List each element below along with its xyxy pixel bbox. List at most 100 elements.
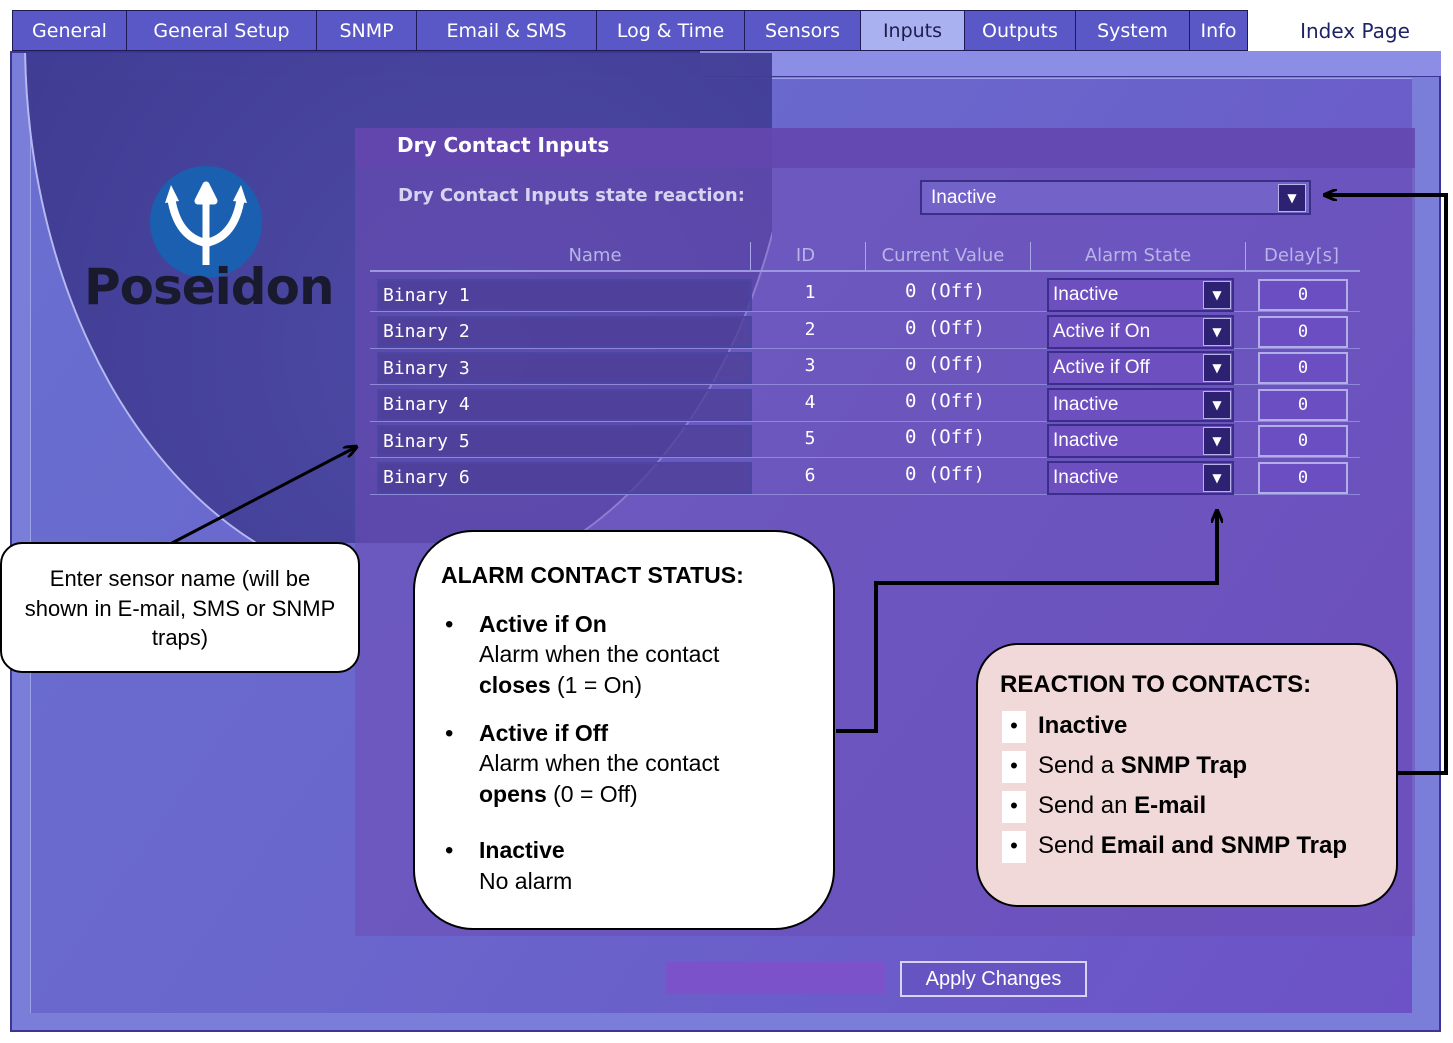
alarm-state-select[interactable]: Inactive ▼ — [1047, 460, 1234, 495]
tab-snmp[interactable]: SNMP — [317, 10, 417, 51]
tab-info[interactable]: Info — [1190, 10, 1248, 51]
alarm-state-select[interactable]: Active if Off ▼ — [1047, 351, 1234, 385]
reaction-item-bold: SNMP Trap — [1120, 752, 1247, 779]
sensor-name-input[interactable] — [377, 315, 752, 348]
alarm-state-value: Inactive — [1053, 466, 1119, 488]
sensor-id: 2 — [804, 318, 816, 340]
index-page-link[interactable]: Index Page — [1270, 10, 1440, 51]
alarm-status-item: Inactive No alarm — [441, 835, 833, 896]
sensor-name-input[interactable] — [377, 425, 752, 457]
item-title: Active if Off — [479, 720, 609, 747]
reaction-item: Send Email and SNMP Trap — [1000, 831, 1396, 871]
header-alarm-state: Alarm State — [1030, 242, 1245, 270]
item-title: Inactive — [479, 837, 565, 864]
sensor-id: 1 — [804, 282, 816, 303]
alarm-state-select[interactable]: Inactive ▼ — [1047, 278, 1234, 312]
table-row: 6 0 (Off) Inactive ▼ — [370, 459, 1360, 495]
current-value: 0 (Off) — [904, 462, 986, 485]
sensor-name-input[interactable] — [377, 279, 752, 311]
reaction-item-bold: E-mail — [1134, 792, 1207, 819]
item-title: Active if On — [479, 611, 607, 637]
brand-logo: Poseidon — [84, 258, 335, 316]
current-value: 0 (Off) — [904, 353, 986, 375]
reaction-label: Dry Contact Inputs state reaction: — [398, 185, 745, 206]
alarm-status-callout: ALARM CONTACT STATUS: Active if On Alarm … — [413, 530, 835, 930]
reaction-item-prefix: Send an — [1038, 792, 1135, 819]
alarm-status-item: Active if Off Alarm when the contact opens… — [441, 718, 833, 809]
item-desc-bold: opens — [479, 780, 547, 807]
item-desc: No alarm — [479, 867, 573, 894]
chevron-down-icon[interactable]: ▼ — [1203, 354, 1231, 382]
table-row: 1 0 (Off) Inactive ▼ — [370, 276, 1360, 312]
sensor-id: 6 — [804, 464, 816, 486]
reaction-item: Send an E-mail — [1000, 791, 1396, 831]
reaction-item-prefix: Send — [1038, 832, 1101, 859]
reaction-item: Inactive — [1000, 711, 1396, 751]
alarm-state-select[interactable]: Inactive ▼ — [1047, 424, 1234, 458]
apply-changes-button[interactable]: Apply Changes — [900, 961, 1087, 997]
alarm-state-value: Inactive — [1053, 284, 1119, 305]
tab-system[interactable]: System — [1076, 10, 1190, 51]
delay-input[interactable] — [1258, 425, 1348, 457]
item-desc-rest: (1 = On) — [550, 671, 643, 698]
reaction-item-prefix: Send a — [1038, 752, 1121, 779]
chevron-down-icon[interactable]: ▼ — [1203, 463, 1231, 492]
reaction-title: REACTION TO CONTACTS: — [1000, 671, 1312, 698]
main-nav: General General Setup SNMP Email & SMS Log &… — [12, 10, 1248, 51]
chevron-down-icon[interactable]: ▼ — [1203, 317, 1231, 346]
tab-outputs[interactable]: Outputs — [965, 10, 1076, 51]
item-desc: Alarm when the contact — [479, 750, 720, 777]
chevron-down-icon[interactable]: ▼ — [1278, 183, 1306, 212]
tab-email-sms[interactable]: Email & SMS — [417, 10, 597, 51]
chevron-down-icon[interactable]: ▼ — [1203, 281, 1231, 309]
reaction-item-bold: Inactive — [1038, 712, 1128, 739]
alarm-status-item: Active if On Alarm when the contact closes… — [441, 609, 833, 700]
header-delay: Delay[s] — [1245, 242, 1357, 270]
table-header: Name ID Current Value Alarm State Delay[… — [370, 242, 1360, 272]
tab-lip — [700, 51, 1441, 77]
alarm-state-value: Inactive — [1053, 430, 1119, 451]
status-bar — [666, 962, 886, 994]
reaction-select[interactable]: Inactive ▼ — [920, 180, 1311, 215]
tab-log-time[interactable]: Log & Time — [597, 10, 745, 51]
table-row: 5 0 (Off) Inactive ▼ — [370, 422, 1360, 458]
header-current-value: Current Value — [865, 242, 1020, 270]
tab-general-setup[interactable]: General Setup — [127, 10, 317, 51]
reaction-select-value: Inactive — [931, 186, 997, 208]
sensor-id: 4 — [804, 391, 816, 413]
reaction-item-bold: Email and SNMP Trap — [1100, 832, 1348, 859]
sensor-name-input[interactable] — [377, 461, 752, 494]
tab-general[interactable]: General — [12, 10, 127, 51]
alarm-state-select[interactable]: Inactive ▼ — [1047, 387, 1234, 422]
sensor-id: 3 — [804, 355, 816, 376]
table-row: 3 0 (Off) Active if Off ▼ — [370, 349, 1360, 385]
current-value: 0 (Off) — [904, 389, 986, 412]
tab-sensors[interactable]: Sensors — [745, 10, 861, 51]
delay-input[interactable] — [1258, 315, 1348, 348]
table-row: 2 0 (Off) Active if On ▼ — [370, 313, 1360, 349]
table-row: 4 0 (Off) Inactive ▼ — [370, 386, 1360, 422]
reaction-callout: REACTION TO CONTACTS: Inactive Send a SNM… — [976, 643, 1398, 907]
item-desc-bold: closes — [479, 671, 551, 698]
chevron-down-icon[interactable]: ▼ — [1203, 427, 1231, 455]
current-value: 0 (Off) — [904, 280, 986, 302]
delay-input[interactable] — [1258, 388, 1348, 421]
alarm-state-value: Active if On — [1053, 320, 1151, 342]
current-value: 0 (Off) — [904, 316, 986, 339]
delay-input[interactable] — [1258, 279, 1348, 311]
delay-input[interactable] — [1258, 461, 1348, 494]
sensor-name-input[interactable] — [377, 352, 752, 384]
current-value: 0 (Off) — [904, 426, 986, 448]
delay-input[interactable] — [1258, 352, 1348, 384]
tab-inputs[interactable]: Inputs — [861, 10, 965, 51]
alarm-state-value: Active if Off — [1053, 357, 1150, 378]
item-desc-rest: (0 = Off) — [546, 780, 638, 807]
chevron-down-icon[interactable]: ▼ — [1203, 390, 1231, 419]
header-id: ID — [750, 242, 860, 270]
sensor-name-input[interactable] — [377, 388, 752, 421]
sensor-id: 5 — [804, 428, 816, 449]
alarm-state-select[interactable]: Active if On ▼ — [1047, 314, 1234, 349]
panel-title: Dry Contact Inputs — [397, 133, 610, 157]
alarm-state-value: Inactive — [1053, 393, 1119, 415]
alarm-status-title: ALARM CONTACT STATUS: — [441, 562, 744, 588]
